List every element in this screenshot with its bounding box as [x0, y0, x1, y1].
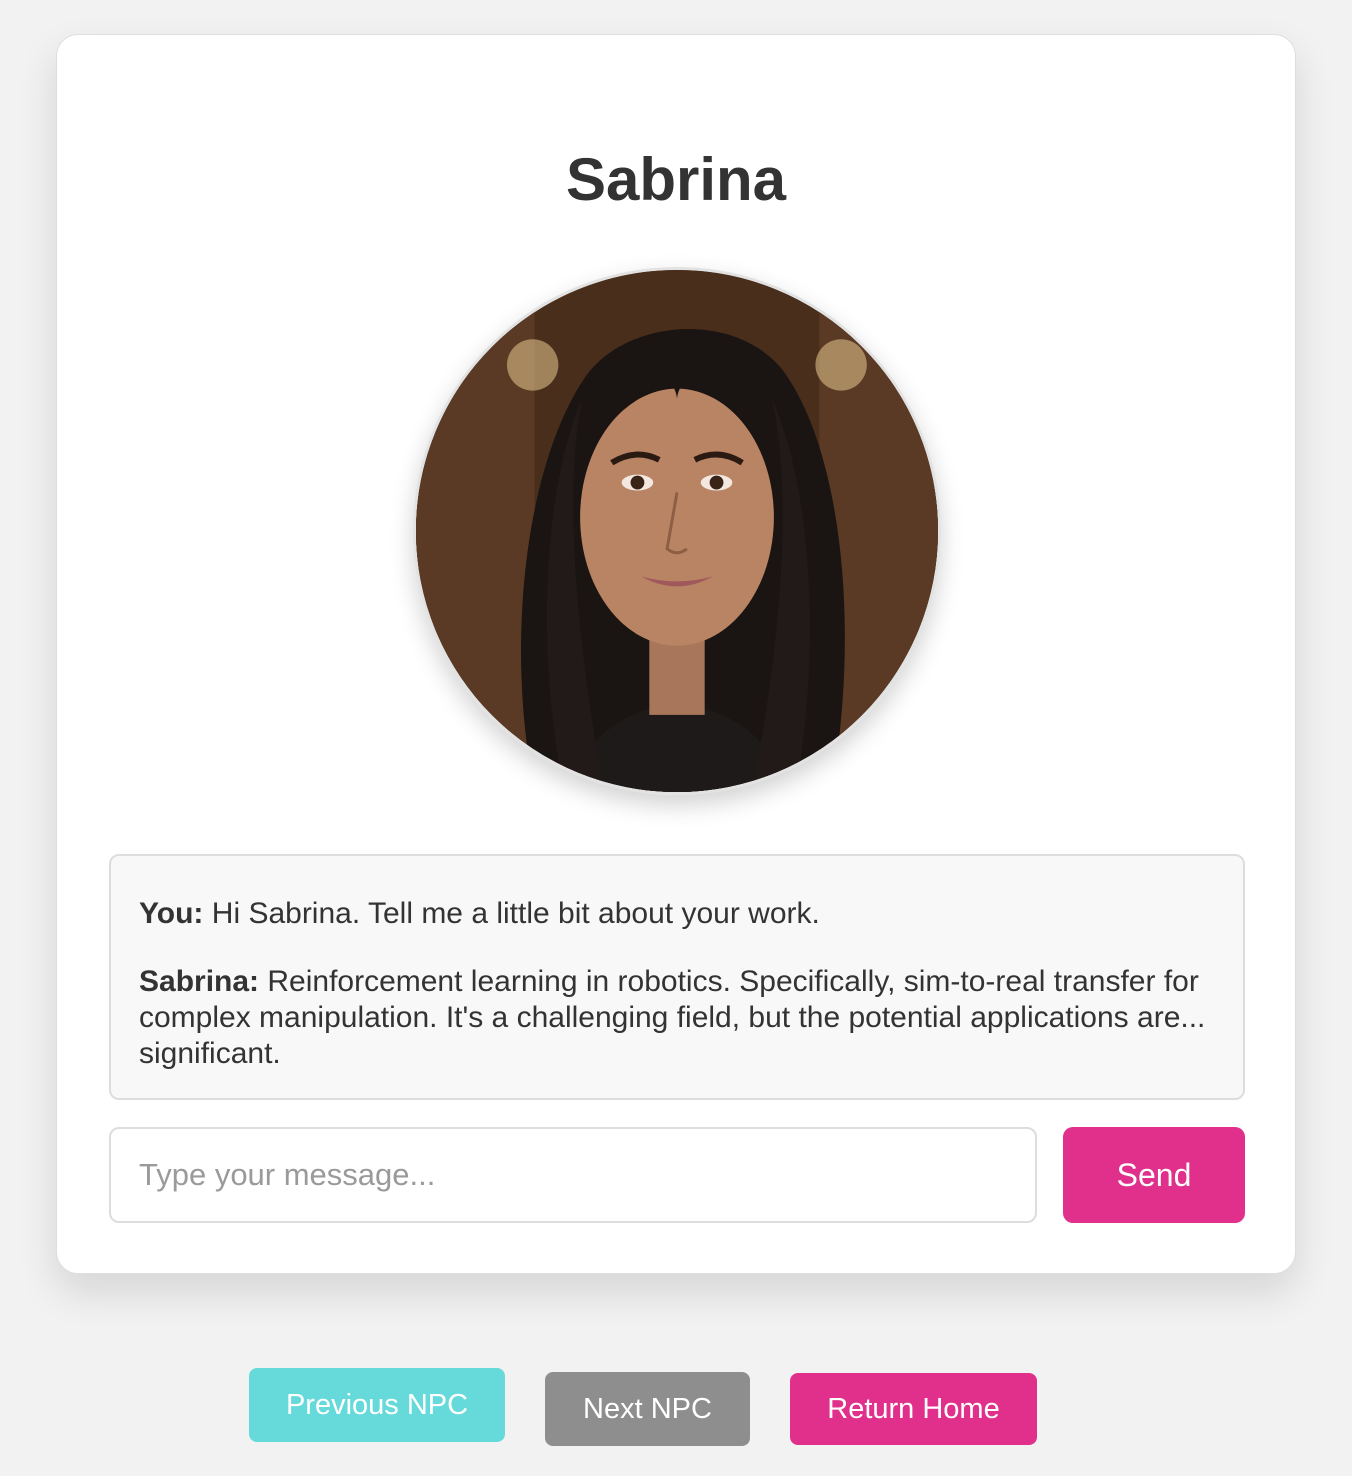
avatar-portrait-image [416, 270, 938, 792]
chat-message-user: You: Hi Sabrina. Tell me a little bit ab… [139, 896, 1215, 932]
npc-name-heading: Sabrina [565, 146, 787, 213]
message-speaker: Sabrina: [139, 965, 260, 998]
message-text: Reinforcement learning in robotics. Spec… [139, 965, 1206, 1070]
npc-chat-card: Sabrina You: Hi Sabrina. Tell me a littl… [56, 34, 1296, 1274]
message-speaker: You: [139, 897, 204, 930]
chat-message-npc: Sabrina: Reinforcement learning in robot… [139, 964, 1215, 1072]
npc-avatar [413, 267, 941, 795]
previous-npc-button[interactable]: Previous NPC [249, 1368, 505, 1442]
return-home-button[interactable]: Return Home [790, 1373, 1037, 1445]
chat-log: You: Hi Sabrina. Tell me a little bit ab… [109, 854, 1245, 1100]
message-input[interactable] [109, 1127, 1037, 1223]
next-npc-button[interactable]: Next NPC [545, 1372, 750, 1446]
message-text: Hi Sabrina. Tell me a little bit about y… [203, 897, 820, 930]
send-button[interactable]: Send [1063, 1127, 1245, 1223]
